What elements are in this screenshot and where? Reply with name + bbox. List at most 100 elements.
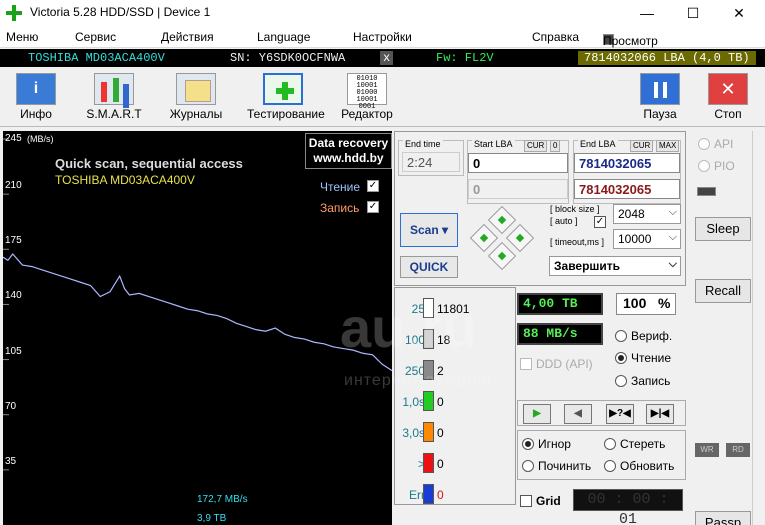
stat-count: 11801 xyxy=(437,302,470,316)
api-radio[interactable]: API xyxy=(698,137,733,151)
start-zero-button[interactable]: 0 xyxy=(550,140,561,152)
end-max-button[interactable]: MAX xyxy=(656,140,680,152)
seek-left-arrow-icon[interactable] xyxy=(469,223,499,253)
seek-right-arrow-icon[interactable] xyxy=(505,223,535,253)
data-recovery-link[interactable]: Data recovery www.hdd.by xyxy=(305,133,392,169)
write-label: Запись xyxy=(631,374,671,388)
end-cur-button[interactable]: CUR xyxy=(630,140,654,152)
stat-row: 25 11801 xyxy=(395,296,517,320)
info-button[interactable]: i Инфо xyxy=(0,70,72,126)
end-lba-input[interactable]: 7814032065 xyxy=(574,153,680,173)
main-toolbar: i Инфо S.M.A.R.T Журналы Тестирование 01… xyxy=(0,67,765,127)
device-firmware: Fw: FL2V xyxy=(436,51,494,65)
y-tick-label: 35 xyxy=(5,455,17,467)
scan-dropdown-icon: ▾ xyxy=(442,223,449,237)
seek-down-arrow-icon[interactable] xyxy=(487,241,517,271)
maximize-button[interactable]: ☐ xyxy=(670,0,716,26)
menu-item-help[interactable]: Справка xyxy=(532,30,579,44)
repair-radio-dot xyxy=(522,460,534,472)
close-window-button[interactable]: ✕ xyxy=(716,0,762,26)
write-legend-checkbox[interactable]: ✓ xyxy=(367,201,379,213)
device-info-bar: TOSHIBA MD03ACA400V SN: Y6SDK0OCFNWA x F… xyxy=(0,49,765,67)
seek-up-arrow-icon[interactable] xyxy=(487,205,517,235)
timeout-select[interactable]: 10000 ⌵ xyxy=(613,229,681,249)
smart-label: S.M.A.R.T xyxy=(86,107,142,121)
playback-controls: ▶ ◀ ▶?◀ ▶|◀ xyxy=(517,400,686,426)
read-speed-series-line xyxy=(3,253,392,372)
menu-item-actions[interactable]: Действия xyxy=(161,30,214,44)
wr-indicator: WR xyxy=(695,443,719,457)
auto-label: [ auto ] xyxy=(550,216,578,226)
stat-count: 0 xyxy=(437,457,444,471)
device-model[interactable]: TOSHIBA MD03ACA400V xyxy=(28,51,165,65)
logs-button[interactable]: Журналы xyxy=(160,70,232,126)
scan-button[interactable]: Scan ▾ xyxy=(400,213,458,247)
block-size-value: 2048 xyxy=(618,207,645,221)
action-ignore-radio[interactable]: Игнор xyxy=(522,437,571,451)
finish-action-select[interactable]: Завершить ⌵ xyxy=(549,256,681,276)
smart-icon xyxy=(94,73,134,105)
menu-item-language[interactable]: Language xyxy=(257,30,310,44)
stop-button[interactable]: ✕ Стоп xyxy=(692,70,764,126)
menu-item-menu[interactable]: Меню xyxy=(6,30,38,44)
device-capacity: 7814032066 LBA (4,0 TB) xyxy=(578,51,756,65)
menu-item-settings[interactable]: Настройки xyxy=(353,30,412,44)
pause-icon xyxy=(640,73,680,105)
pause-button[interactable]: Пауза xyxy=(624,70,696,126)
grid-label: Grid xyxy=(536,494,561,508)
seek-direction-pad xyxy=(469,205,535,272)
write-legend-label: Запись xyxy=(320,201,360,215)
menu-item-service[interactable]: Сервис xyxy=(75,30,116,44)
info-icon: i xyxy=(16,73,56,105)
read-label: Чтение xyxy=(631,351,672,365)
block-size-label: [ block size ] xyxy=(550,204,600,214)
passp-button[interactable]: Passp xyxy=(695,511,751,525)
editor-button[interactable]: 01010 10001 01000 10001 0001 Редактор xyxy=(331,70,403,126)
scan-label: Scan xyxy=(409,223,439,237)
to-end-icon[interactable]: ▶|◀ xyxy=(646,404,674,424)
window-title: Victoria 5.28 HDD/SSD | Device 1 xyxy=(30,5,211,19)
device-close-button[interactable]: x xyxy=(380,51,394,65)
start-lba-caption: Start LBA xyxy=(472,139,515,149)
action-refresh-radio[interactable]: Обновить xyxy=(604,459,674,473)
mode-write-radio[interactable]: Запись xyxy=(615,374,670,388)
rd-indicator: RD xyxy=(726,443,750,457)
end-time-caption: End time xyxy=(403,139,443,149)
timeout-value: 10000 xyxy=(618,232,652,246)
sleep-button[interactable]: Sleep xyxy=(695,217,751,241)
error-action-group: Игнор Стереть Починить Обновить xyxy=(517,430,686,480)
ddd-checkbox-box xyxy=(520,358,532,370)
minimize-button[interactable]: — xyxy=(624,0,670,26)
start-cur-button[interactable]: CUR xyxy=(524,140,548,152)
end-time-field[interactable]: 2:24 xyxy=(402,152,460,172)
action-erase-radio[interactable]: Стереть xyxy=(604,437,665,451)
play-icon[interactable]: ▶ xyxy=(523,404,551,424)
testing-button[interactable]: Тестирование xyxy=(247,70,325,126)
recall-button[interactable]: Recall xyxy=(695,279,751,303)
logs-icon xyxy=(176,73,216,105)
pio-radio[interactable]: PIO xyxy=(698,159,735,173)
action-repair-radio[interactable]: Починить xyxy=(522,459,591,473)
ddd-api-checkbox[interactable]: DDD (API) xyxy=(520,357,593,371)
smart-button[interactable]: S.M.A.R.T xyxy=(78,70,150,126)
pause-label: Пауза xyxy=(643,107,677,121)
stat-row: 100 18 xyxy=(395,327,517,351)
mode-read-radio[interactable]: Чтение xyxy=(615,351,671,365)
mode-verify-radio[interactable]: Вериф. xyxy=(615,329,672,343)
chevron-down-icon: ⌵ xyxy=(668,258,677,270)
stat-label: 3,0s xyxy=(402,426,425,440)
stat-count: 18 xyxy=(437,333,451,347)
graph-unit: (MB/s) xyxy=(27,134,54,144)
grid-checkbox[interactable]: Grid xyxy=(520,494,561,508)
start-lba-input[interactable]: 0 xyxy=(468,153,568,173)
back-icon[interactable]: ◀ xyxy=(564,404,592,424)
read-legend-checkbox[interactable]: ✓ xyxy=(367,180,379,192)
stat-row: >0 xyxy=(395,451,517,475)
auto-checkbox[interactable]: ✓ xyxy=(594,216,606,228)
random-seek-icon[interactable]: ▶?◀ xyxy=(606,404,634,424)
api-radio-dot xyxy=(698,138,710,150)
quick-button[interactable]: QUICK xyxy=(400,256,458,278)
block-size-select[interactable]: 2048 ⌵ xyxy=(613,204,681,224)
stat-count: 0 xyxy=(437,395,444,409)
percent-value: 100 xyxy=(623,295,647,311)
